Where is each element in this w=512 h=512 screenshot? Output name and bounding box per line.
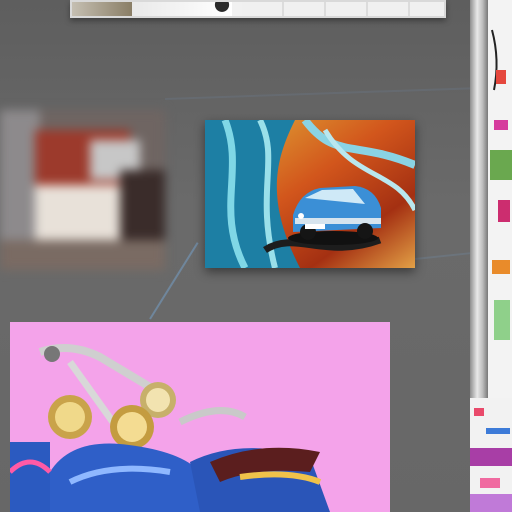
strip-art-segment bbox=[202, 2, 242, 16]
blurred-art-graphic bbox=[0, 110, 165, 270]
blue-scooter-painting[interactable] bbox=[10, 322, 390, 512]
metal-rail bbox=[470, 0, 488, 400]
right-edge-art-graphic bbox=[488, 0, 512, 400]
blue-car-painting[interactable] bbox=[205, 120, 415, 268]
lower-right-artwork[interactable] bbox=[470, 398, 512, 512]
top-shelf-artwork-strip[interactable] bbox=[70, 0, 446, 18]
connector-line bbox=[164, 86, 485, 100]
strip-art-segment bbox=[72, 2, 132, 16]
lower-right-art-graphic bbox=[470, 398, 512, 512]
car-painting-graphic bbox=[205, 120, 415, 268]
strip-art-segment bbox=[242, 2, 444, 16]
blurred-artwork-thumbnail[interactable] bbox=[0, 110, 165, 270]
scooter-painting-graphic bbox=[10, 322, 390, 512]
right-edge-artwork[interactable] bbox=[488, 0, 512, 400]
